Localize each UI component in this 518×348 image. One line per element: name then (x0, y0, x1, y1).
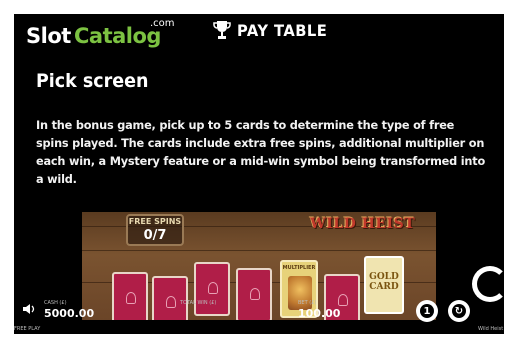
autoplay-button[interactable]: ↻ (448, 300, 470, 322)
logo-catalog-text: Catalog (74, 24, 161, 48)
game-name-label: Wild Heist (478, 326, 504, 332)
paytable-frame: Slot Catalog .com PAY TABLE Pick screen … (14, 14, 504, 334)
free-spins-counter: FREE SPINS 0/7 (126, 214, 184, 246)
multiplier-card-label: MULTIPLIER (282, 265, 316, 271)
info-icon: 1 (420, 304, 434, 318)
logo-com-text: .com (150, 18, 175, 29)
logo-slot-text: Slot (26, 24, 71, 48)
total-win-label: TOTAL WIN (£) (180, 300, 217, 306)
speaker-icon[interactable] (22, 302, 36, 316)
free-spins-count: 0/7 (143, 228, 167, 243)
gold-card-label: GOLD CARD (369, 272, 399, 292)
page-title: Pick screen (36, 70, 149, 92)
bet-label: BET (£) (298, 300, 317, 306)
cash-label: CASH (£) (44, 300, 67, 306)
autoplay-icon: ↻ (452, 304, 466, 318)
trophy-icon (213, 21, 231, 39)
free-play-label: FREE PLAY (14, 326, 41, 332)
info-button[interactable]: 1 (416, 300, 438, 322)
wild-heist-logo: WILD HEIST (310, 216, 416, 232)
header: Slot Catalog .com PAY TABLE (14, 14, 504, 52)
wood-grain (82, 250, 436, 251)
free-spins-label: FREE SPINS (128, 217, 182, 226)
spin-button[interactable] (472, 266, 508, 302)
paytable-title: PAY TABLE (237, 20, 328, 40)
bet-value: 100.00 (298, 307, 341, 320)
info-glyph: 1 (423, 305, 431, 317)
cash-value: 5000.00 (44, 307, 95, 320)
pick-screen-description: In the bonus game, pick up to 5 cards to… (36, 119, 486, 186)
paytable-heading: PAY TABLE (213, 18, 335, 42)
autoplay-glyph: ↻ (454, 305, 464, 317)
bottom-bar: FREE PLAY CASH (£) 5000.00 TOTAL WIN (£)… (14, 296, 504, 334)
